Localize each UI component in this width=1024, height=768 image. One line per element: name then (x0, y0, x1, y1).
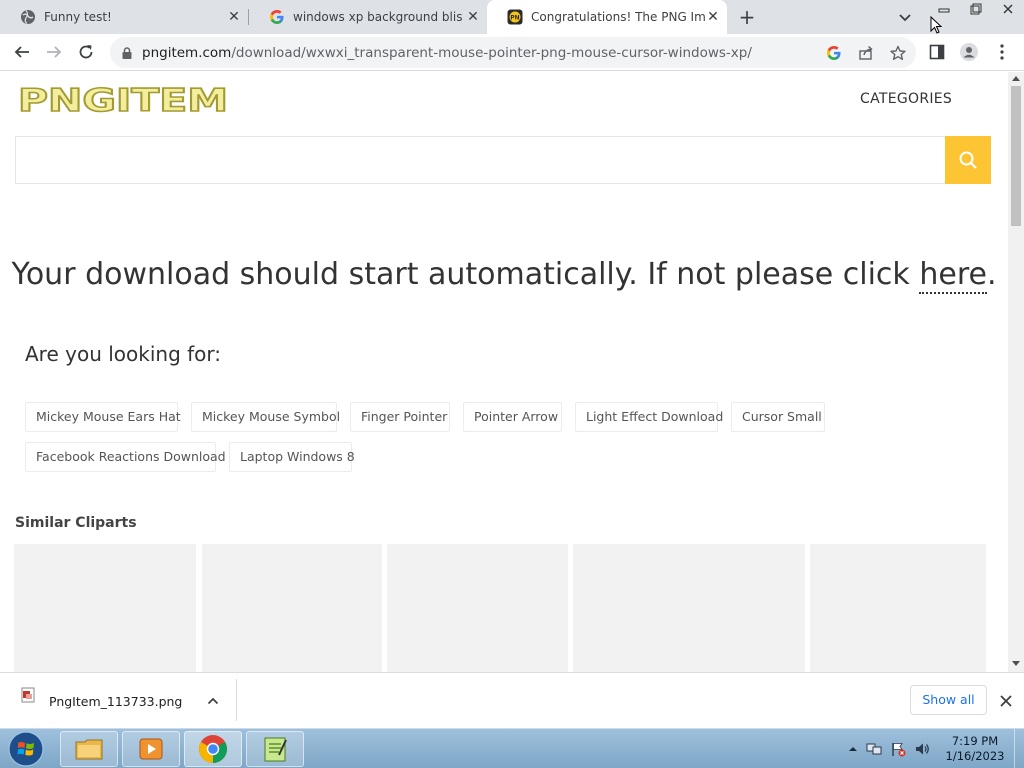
new-tab-button[interactable]: + (736, 6, 758, 28)
menu-kebab-icon[interactable] (992, 42, 1012, 62)
download-bar: PngItem_113733.png Show all (0, 672, 1024, 728)
search-input[interactable] (15, 136, 945, 184)
clock-time: 7:19 PM (951, 734, 999, 748)
url-path: /download/wxwxi_transparent-mouse-pointe… (231, 45, 752, 61)
close-window-button[interactable] (992, 0, 1024, 18)
google-icon (269, 9, 285, 25)
window-controls (928, 0, 1024, 18)
browser-toolbar: pngitem.com/download/wxwxi_transparent-m… (0, 34, 1024, 71)
chrome-icon (199, 735, 227, 763)
close-tab-icon[interactable]: ✕ (465, 9, 481, 25)
page-scrollbar[interactable] (1008, 72, 1024, 672)
close-tab-icon[interactable]: ✕ (705, 9, 721, 25)
chevron-up-icon[interactable] (206, 693, 220, 707)
url-text[interactable]: pngitem.com/download/wxwxi_transparent-m… (142, 45, 752, 61)
share-icon[interactable] (857, 44, 875, 62)
tab-title: Funny test! (44, 10, 112, 24)
scrollbar-thumb[interactable] (1011, 86, 1021, 226)
clipart-thumbnail[interactable] (573, 544, 805, 672)
tag-link[interactable]: Light Effect Download (575, 402, 723, 432)
taskbar-clock[interactable]: 7:19 PM 1/16/2023 (940, 734, 1010, 764)
address-bar[interactable]: pngitem.com/download/wxwxi_transparent-m… (110, 37, 916, 68)
close-download-bar-icon[interactable] (998, 693, 1014, 709)
side-panel-icon[interactable] (927, 42, 947, 62)
screen: Funny test! ✕ windows xp background blis… (0, 0, 1024, 768)
forward-button[interactable] (43, 41, 65, 63)
taskbar-media-player[interactable] (122, 731, 180, 767)
search-icon (959, 151, 977, 169)
clipart-thumbnail[interactable] (387, 544, 568, 672)
media-player-icon (139, 738, 163, 760)
scroll-down-arrow-icon[interactable] (1012, 661, 1020, 666)
back-button[interactable] (11, 41, 33, 63)
reload-button[interactable] (75, 41, 97, 63)
tab-funny-test[interactable]: Funny test! ✕ (0, 0, 248, 34)
restore-button[interactable] (960, 0, 992, 18)
lock-icon[interactable] (120, 45, 134, 59)
download-file-name[interactable]: PngItem_113733.png (49, 694, 182, 709)
url-host: pngitem.com (142, 45, 232, 61)
clipart-thumbnail[interactable] (202, 544, 382, 672)
google-translate-icon[interactable] (825, 44, 843, 62)
show-desktop-button[interactable] (1014, 729, 1024, 768)
clock-date: 1/16/2023 (945, 749, 1005, 763)
download-here-link[interactable]: here (919, 257, 987, 294)
tab-title: Congratulations! The PNG Image (531, 10, 705, 24)
svg-text:PN: PN (510, 15, 519, 22)
looking-for-heading: Are you looking for: (25, 342, 222, 366)
search-button[interactable] (945, 136, 991, 184)
web-page: PNGITEM CATEGORIES Your download should … (0, 72, 1008, 672)
close-tab-icon[interactable]: ✕ (226, 9, 242, 25)
show-hidden-icons-arrow-icon[interactable] (845, 741, 861, 757)
download-separator (236, 679, 237, 721)
download-message: Your download should start automatically… (0, 257, 1008, 294)
logo-text: PNGITEM (18, 84, 228, 116)
mouse-cursor-icon (930, 15, 943, 36)
tag-link[interactable]: Mickey Mouse Ears Hat (25, 402, 181, 432)
taskbar-notepad[interactable] (246, 731, 304, 767)
tab-title: windows xp background bliss - G (293, 10, 463, 24)
tab-pngitem-active[interactable]: PN Congratulations! The PNG Image ✕ (487, 0, 727, 34)
tag-link[interactable]: Facebook Reactions Download (25, 442, 226, 472)
pngitem-logo[interactable]: PNGITEM (16, 82, 232, 120)
tag-link[interactable]: Pointer Arrow (463, 402, 562, 432)
taskbar-chrome[interactable] (184, 731, 242, 767)
tag-link[interactable]: Finger Pointer (350, 402, 450, 432)
tab-strip: Funny test! ✕ windows xp background blis… (0, 0, 1024, 34)
png-file-icon (20, 687, 36, 703)
categories-link[interactable]: CATEGORIES (860, 91, 952, 107)
action-center-flag-icon[interactable] (890, 741, 906, 757)
taskbar-explorer[interactable] (60, 731, 118, 767)
similar-cliparts-heading: Similar Cliparts (15, 515, 137, 531)
bookmark-star-icon[interactable] (889, 44, 907, 62)
globe-icon (20, 9, 36, 25)
clipart-thumbnail[interactable] (14, 544, 196, 672)
download-message-end: . (986, 257, 997, 292)
start-button[interactable] (4, 731, 48, 767)
clipart-thumbnail[interactable] (810, 544, 986, 672)
profile-avatar-icon[interactable] (959, 42, 979, 62)
notepad-icon (264, 737, 287, 762)
tag-link[interactable]: Mickey Mouse Symbol (191, 402, 340, 432)
windows-start-icon (8, 731, 44, 767)
download-message-text: Your download should start automatically… (11, 257, 920, 292)
tag-link[interactable]: Laptop Windows 8 (229, 442, 355, 472)
pngitem-icon: PN (507, 9, 523, 25)
scroll-up-arrow-icon[interactable] (1012, 76, 1020, 81)
show-all-button[interactable]: Show all (910, 685, 987, 715)
network-icon[interactable] (866, 741, 882, 757)
volume-speaker-icon[interactable] (914, 741, 930, 757)
tag-link[interactable]: Cursor Small (731, 402, 825, 432)
windows-taskbar: 7:19 PM 1/16/2023 (0, 728, 1024, 768)
tab-windows-xp[interactable]: windows xp background bliss - G ✕ (249, 0, 487, 34)
tab-search-chevron-icon[interactable] (896, 8, 914, 26)
folder-icon (75, 739, 103, 760)
